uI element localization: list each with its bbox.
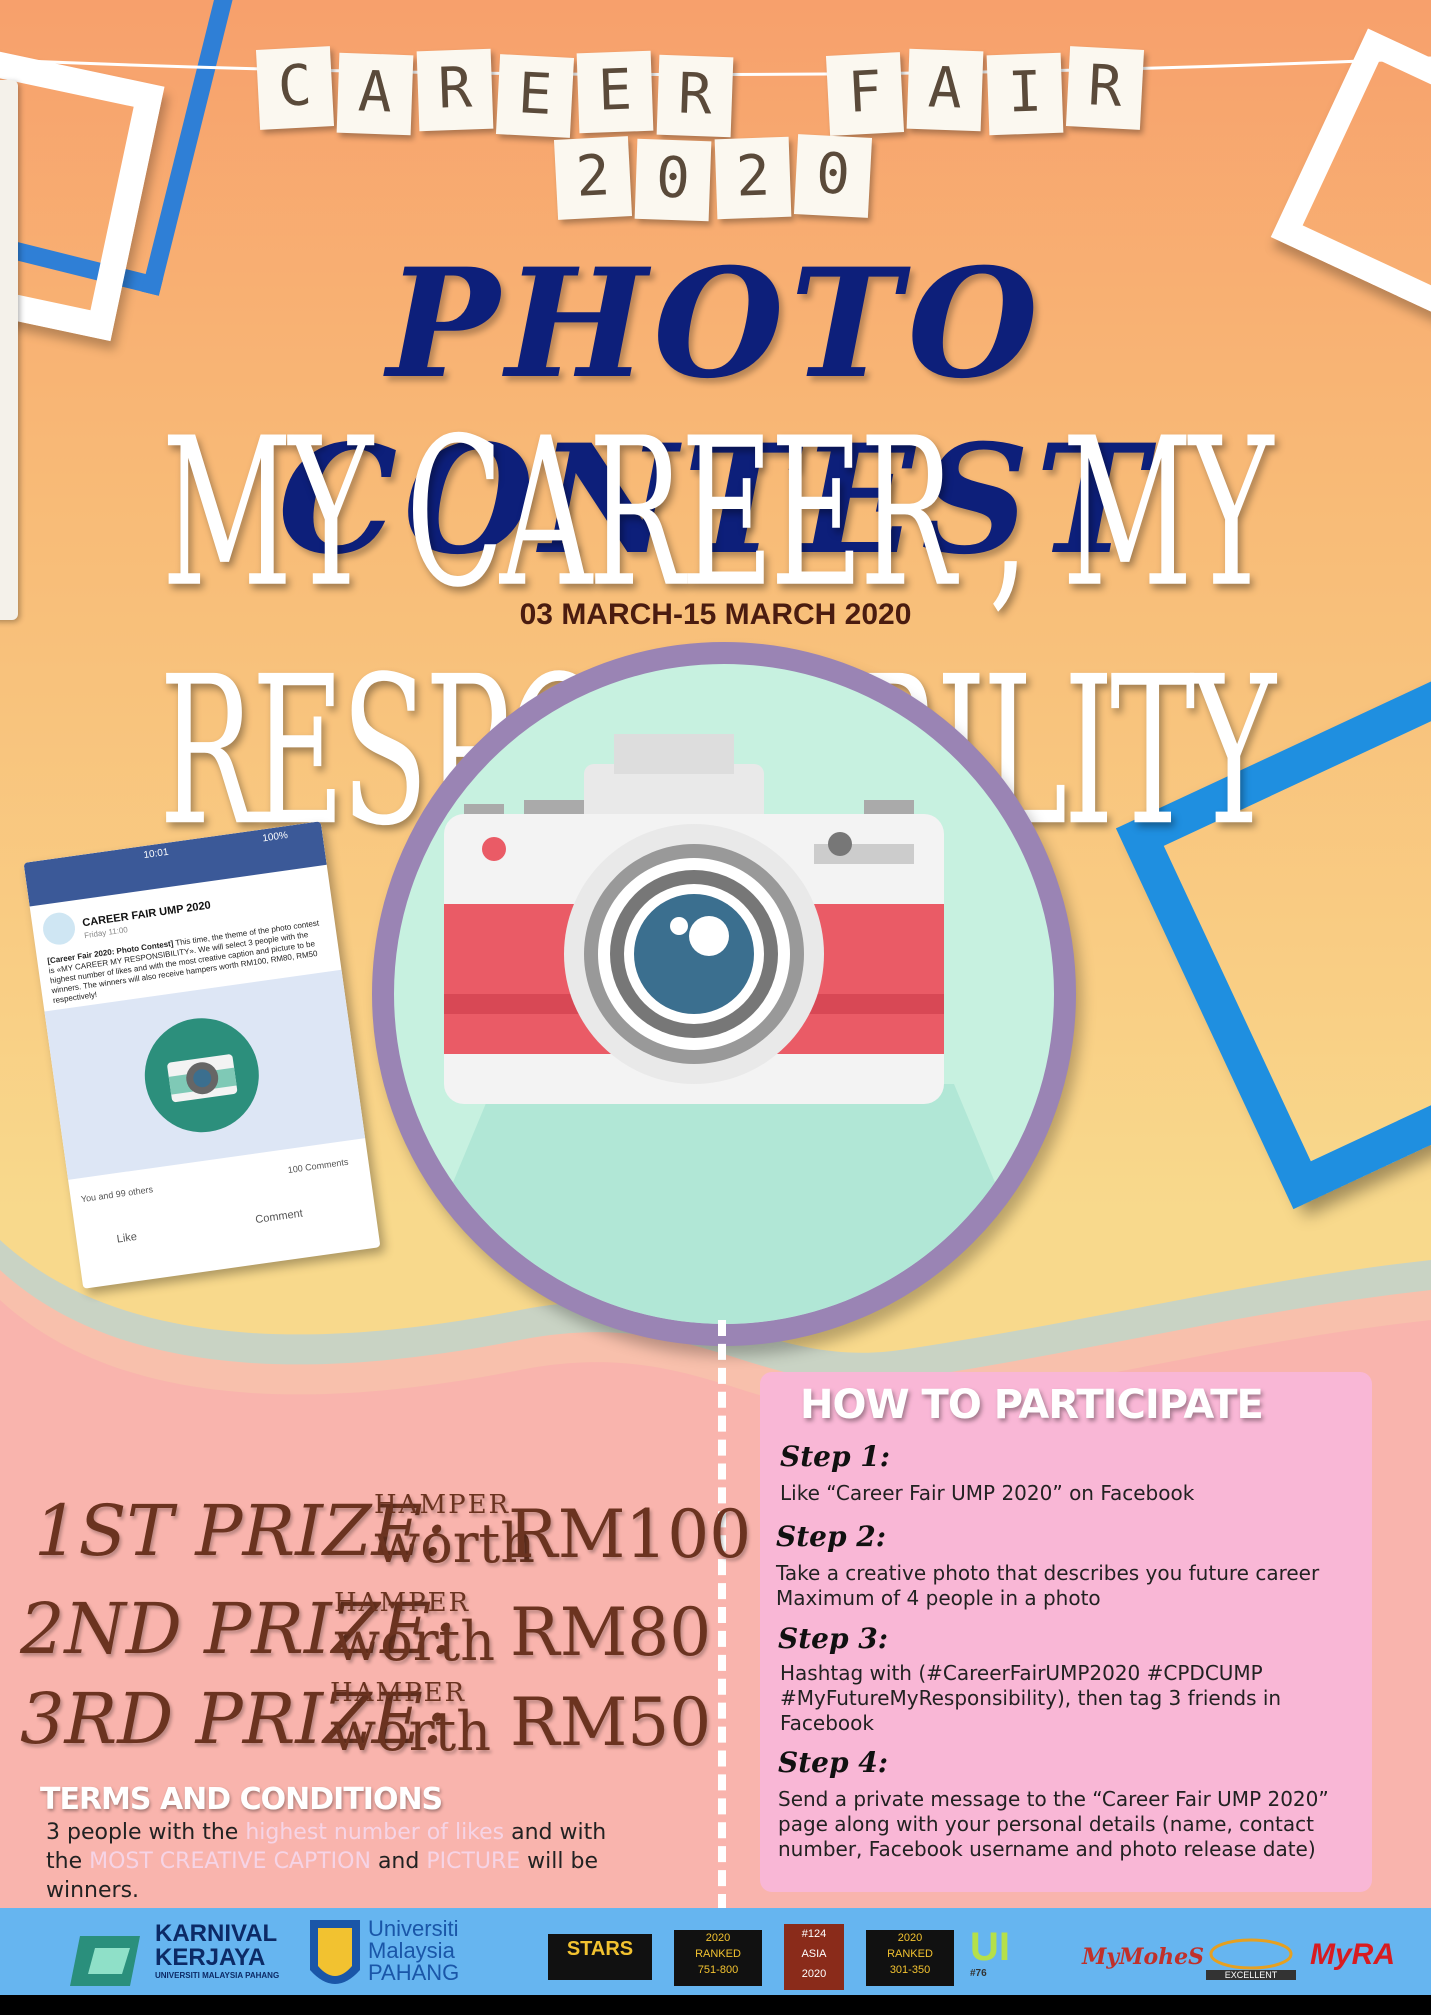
camera-icon <box>137 1010 267 1140</box>
logo-text: 751-800 <box>697 1964 739 1976</box>
how-to-participate-title: HOW TO PARTICIPATE <box>800 1382 1264 1428</box>
ranking-badge: 2020 RANKED 301-350 <box>866 1930 954 1986</box>
excellent-rating-logo: EXCELLENT <box>1206 1938 1296 1980</box>
logo-text: 2020 <box>897 1932 923 1944</box>
step-text: Hashtag with (#CareerFairUMP2020 #CPDCUM… <box>780 1661 1282 1735</box>
contest-date: 03 MARCH-15 MARCH 2020 <box>519 598 912 631</box>
avatar <box>40 910 78 947</box>
terms-title: TERMS AND CONDITIONS <box>40 1782 443 1817</box>
ui-greenmetric-logo: UI #76 <box>970 1926 1010 1980</box>
prize-amount: RM80 <box>510 1594 712 1671</box>
logo-text: ASIA <box>801 1948 827 1960</box>
bunting-tile: E <box>576 50 654 134</box>
terms-highlight: PICTURE <box>426 1849 521 1874</box>
logo-text: UNIVERSITI MALAYSIA PAHANG <box>155 1971 280 1980</box>
comment-button: Comment <box>254 1207 304 1227</box>
bunting-tile: 2 <box>553 136 633 220</box>
step-text: Take a creative photo that describes you… <box>776 1561 1320 1610</box>
step-label: Step 2: <box>776 1520 887 1553</box>
logo-text: 301-350 <box>889 1964 931 1976</box>
prize-second: 2ND PRIZE: HAMPER worth RM80 <box>20 1588 720 1678</box>
bunting-tile: F <box>825 52 905 136</box>
prize-amount: RM100 <box>508 1496 752 1573</box>
prize-third: 3RD PRIZE: HAMPER worth RM50 <box>20 1678 720 1768</box>
logo-text: KARNIVAL <box>155 1920 278 1947</box>
camera-icon <box>394 734 1054 1324</box>
terms-highlight: MOST CREATIVE CAPTION <box>89 1849 371 1874</box>
logo-text: Malaysia <box>368 1938 455 1963</box>
post-page-name: CAREER FAIR UMP 2020 <box>81 899 212 930</box>
step-label: Step 4: <box>778 1746 889 1779</box>
reaction-count: You and 99 others <box>80 1184 154 1205</box>
logo-text: STARS <box>566 1938 634 1960</box>
bunting-tile: 0 <box>793 134 873 218</box>
bunting-tile: A <box>336 52 414 136</box>
prize-worth: worth <box>330 1700 492 1763</box>
terms-text-part: 3 people with the <box>46 1820 246 1845</box>
logo-text: 2020 <box>801 1968 827 1980</box>
bunting-tile: R <box>656 54 734 138</box>
bunting-tile: R <box>1065 46 1145 130</box>
terms-text: 3 people with the highest number of like… <box>46 1818 646 1905</box>
logo-text: #76 <box>970 1968 987 1979</box>
logo-text: Universiti <box>368 1916 459 1941</box>
terms-highlight: highest number of likes <box>245 1820 505 1845</box>
karnival-kerjaya-logo: KARNIVAL KERJAYA UNIVERSITI MALAYSIA PAH… <box>155 1922 279 1982</box>
logo-text: UI <box>970 1925 1010 1969</box>
karnival-logo-icon <box>70 1926 150 1996</box>
prize-first: 1ST PRIZE: HAMPER worth RM100 <box>34 1490 751 1580</box>
bunting-tile: I <box>986 52 1064 136</box>
logo-text: KERJAYA <box>155 1944 266 1971</box>
stars-badge: STARS <box>548 1934 652 1980</box>
bunting-tile: E <box>495 54 575 138</box>
ump-shield-icon <box>310 1920 360 1998</box>
logo-text: 2020 <box>705 1932 731 1944</box>
logo-text: RANKED <box>887 1948 933 1960</box>
logo-text: RANKED <box>695 1948 741 1960</box>
logo-text: EXCELLENT <box>1206 1970 1296 1980</box>
step-text: Like “Career Fair UMP 2020” on Facebook <box>780 1481 1195 1505</box>
logo-text: #124 <box>801 1928 827 1940</box>
bunting-tile: R <box>416 48 494 132</box>
ump-logo: Universiti Malaysia PAHANG <box>368 1918 459 1984</box>
poster: C A R E E R F A I R 2 0 2 0 PHOTO CONTES… <box>0 0 1431 2015</box>
prize-worth: worth <box>334 1610 496 1673</box>
step-text: Send a private message to the “Career Fa… <box>778 1787 1329 1861</box>
bunting-tile: A <box>906 48 984 132</box>
phone-time: 10:01 <box>142 846 170 862</box>
ranking-badge: 2020 RANKED 751-800 <box>674 1930 762 1986</box>
camera-illustration <box>372 642 1076 1346</box>
myra-logo: MyRA <box>1310 1938 1396 1971</box>
bunting-tile: 2 <box>714 136 792 220</box>
facebook-post-mockup: 10:01 100% CAREER FAIR UMP 2020 Friday 1… <box>23 821 381 1289</box>
step-label: Step 1: <box>780 1440 891 1473</box>
bunting-tile: 0 <box>634 138 712 222</box>
mymohes-logo: MyMoheS <box>1082 1944 1205 1970</box>
post-image <box>44 969 366 1180</box>
prize-amount: RM50 <box>510 1684 712 1761</box>
asia-ranking-badge: #124 ASIA 2020 <box>784 1924 844 1990</box>
phone-battery: 100% <box>261 829 289 845</box>
bottom-strip <box>0 1995 1431 2015</box>
comment-count: 100 Comments <box>287 1156 349 1176</box>
like-button: Like <box>116 1230 138 1246</box>
terms-text-part: and <box>370 1849 427 1874</box>
logo-text: PAHANG <box>368 1960 460 1985</box>
bunting-tile: C <box>255 46 335 130</box>
step-label: Step 3: <box>778 1622 889 1655</box>
